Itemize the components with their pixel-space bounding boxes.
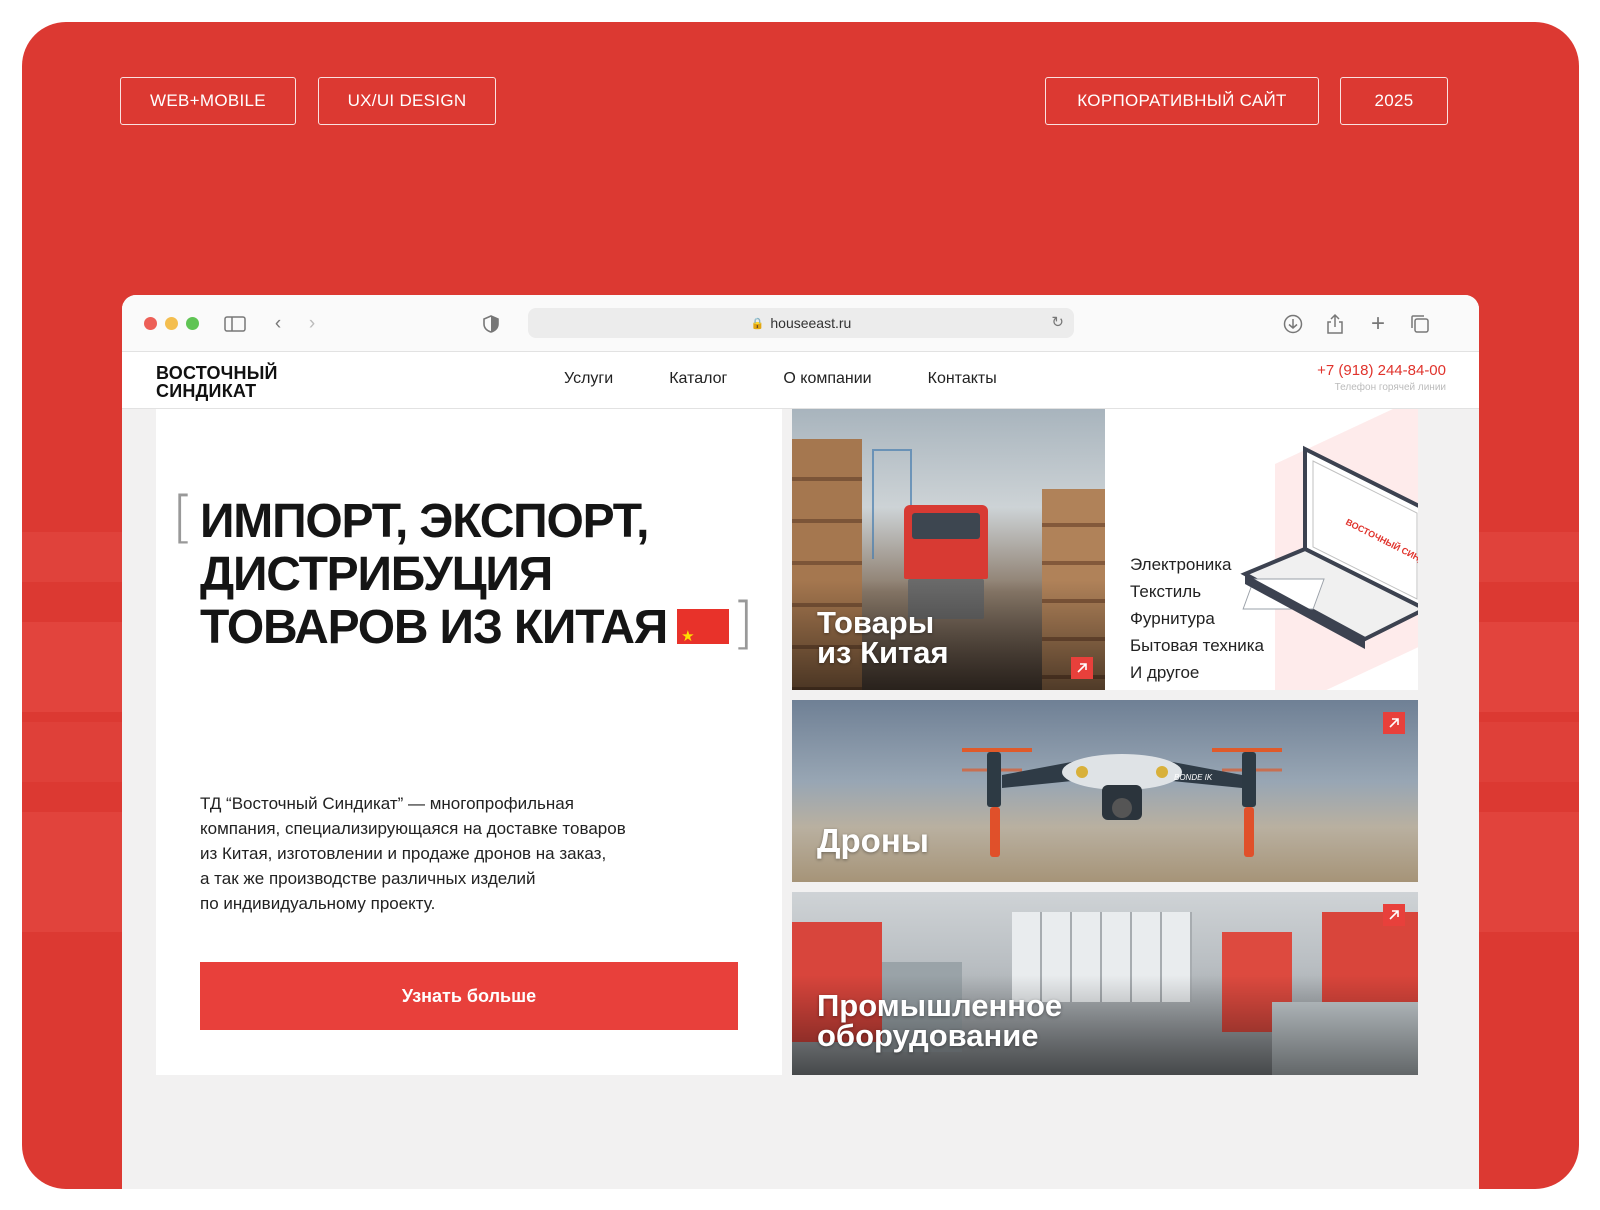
browser-window: ‹ › 🔒 houseeast.ru ↻ + ВОСТОЧНЫЙ СИНДИКА… <box>122 295 1479 1189</box>
tile-drones-label: Дроны <box>817 822 929 859</box>
reload-icon[interactable]: ↻ <box>1051 313 1064 331</box>
desc-line: компания, специализирующаяся на доставке… <box>200 819 626 838</box>
category-item[interactable]: Текстиль <box>1130 578 1264 605</box>
hero-description: ТД “Восточный Синдикат” — многопрофильна… <box>200 791 700 916</box>
back-icon[interactable]: ‹ <box>265 311 291 337</box>
hero-panel: [ ИМПОРТ, ЭКСПОРТ, ДИСТРИБУЦИЯ ТОВАРОВ И… <box>156 409 782 1075</box>
tile-goods-label: Товары из Китая <box>817 605 949 670</box>
arrow-up-right-icon[interactable] <box>1071 657 1093 679</box>
main-menu: Услуги Каталог О компании Контакты <box>564 370 1053 388</box>
category-item[interactable]: Фурнитура <box>1130 605 1264 632</box>
goods-label-line2: из Китая <box>817 635 949 670</box>
url-text: houseeast.ru <box>770 315 852 331</box>
china-flag-icon <box>677 608 730 663</box>
tile-goods-categories: ВОСТОЧНЫЙ СИНДИКАТ Электроника Текстиль … <box>1105 409 1418 690</box>
tile-goods-from-china[interactable]: Товары из Китая <box>792 409 1105 690</box>
phone-number[interactable]: +7 (918) 244-84-00 <box>1317 362 1446 379</box>
forward-icon[interactable]: › <box>299 311 325 337</box>
tag-platform: WEB+MOBILE <box>120 77 296 125</box>
bracket-close: ] <box>732 591 754 656</box>
tag-type: КОРПОРАТИВНЫЙ САЙТ <box>1045 77 1319 125</box>
tile-industrial-equipment[interactable]: Промышленное оборудование <box>792 892 1418 1075</box>
menu-item-services[interactable]: Услуги <box>564 370 613 388</box>
category-item[interactable]: И другое <box>1130 659 1264 686</box>
tag-discipline: UX/UI DESIGN <box>318 77 496 125</box>
hero-title: ИМПОРТ, ЭКСПОРТ, ДИСТРИБУЦИЯ ТОВАРОВ ИЗ … <box>200 495 730 663</box>
maximize-dot[interactable] <box>186 317 199 330</box>
tag-year: 2025 <box>1340 77 1448 125</box>
goods-label-line1: Товары <box>817 605 935 640</box>
share-icon[interactable] <box>1322 311 1348 337</box>
sidebar-icon[interactable] <box>222 311 248 337</box>
tile-drones[interactable]: BONDE IK Дроны <box>792 700 1418 882</box>
equipment-label-line2: оборудование <box>817 1018 1039 1053</box>
phone-caption: Телефон горячей линии <box>1334 382 1446 393</box>
desc-line: а так же производстве различных изделий <box>200 869 536 888</box>
close-dot[interactable] <box>144 317 157 330</box>
new-tab-icon[interactable]: + <box>1365 310 1391 337</box>
truck-windshield <box>912 513 980 539</box>
address-bar[interactable]: 🔒 houseeast.ru ↻ <box>528 308 1074 338</box>
desc-line: ТД “Восточный Синдикат” — многопрофильна… <box>200 794 574 813</box>
menu-item-about[interactable]: О компании <box>783 370 871 388</box>
presentation-card: WEB+MOBILE UX/UI DESIGN КОРПОРАТИВНЫЙ СА… <box>22 22 1579 1189</box>
category-item[interactable]: Бытовая техника <box>1130 632 1264 659</box>
desc-line: из Китая, изготовлении и продаже дронов … <box>200 844 607 863</box>
drone-brand: BONDE IK <box>1174 773 1213 782</box>
minimize-dot[interactable] <box>165 317 178 330</box>
equipment-label-line1: Промышленное <box>817 988 1063 1023</box>
logo-line1: ВОСТОЧНЫЙ <box>156 363 278 383</box>
bracket-open: [ <box>172 485 194 550</box>
menu-item-contacts[interactable]: Контакты <box>928 370 997 388</box>
page-content: [ ИМПОРТ, ЭКСПОРТ, ДИСТРИБУЦИЯ ТОВАРОВ И… <box>122 409 1479 1189</box>
browser-toolbar: ‹ › 🔒 houseeast.ru ↻ + <box>122 295 1479 352</box>
site-header: ВОСТОЧНЫЙ СИНДИКАТ Услуги Каталог О комп… <box>122 352 1479 409</box>
goods-category-list: Электроника Текстиль Фурнитура Бытовая т… <box>1130 551 1264 686</box>
arrow-up-right-icon[interactable] <box>1383 904 1405 926</box>
download-icon[interactable] <box>1280 311 1306 337</box>
logo-line2: СИНДИКАТ <box>156 381 257 401</box>
site-logo[interactable]: ВОСТОЧНЫЙ СИНДИКАТ <box>156 364 278 400</box>
hero-title-line2: ДИСТРИБУЦИЯ <box>200 548 553 601</box>
tile-equipment-label: Промышленное оборудование <box>817 988 1063 1053</box>
arrow-up-right-icon[interactable] <box>1383 712 1405 734</box>
category-item[interactable]: Электроника <box>1130 551 1264 578</box>
tabs-overview-icon[interactable] <box>1407 311 1433 337</box>
hero-title-line1: ИМПОРТ, ЭКСПОРТ, <box>200 495 649 548</box>
drone-image: BONDE IK <box>962 748 1282 857</box>
phone-block: +7 (918) 244-84-00 Телефон горячей линии <box>1317 362 1446 393</box>
menu-item-catalog[interactable]: Каталог <box>669 370 727 388</box>
learn-more-button[interactable]: Узнать больше <box>200 962 738 1030</box>
hero-title-line3: ТОВАРОВ ИЗ КИТАЯ <box>200 601 668 654</box>
lock-icon: 🔒 <box>750 317 765 330</box>
shield-icon[interactable] <box>478 311 504 337</box>
desc-line: по индивидуальному проекту. <box>200 894 436 913</box>
